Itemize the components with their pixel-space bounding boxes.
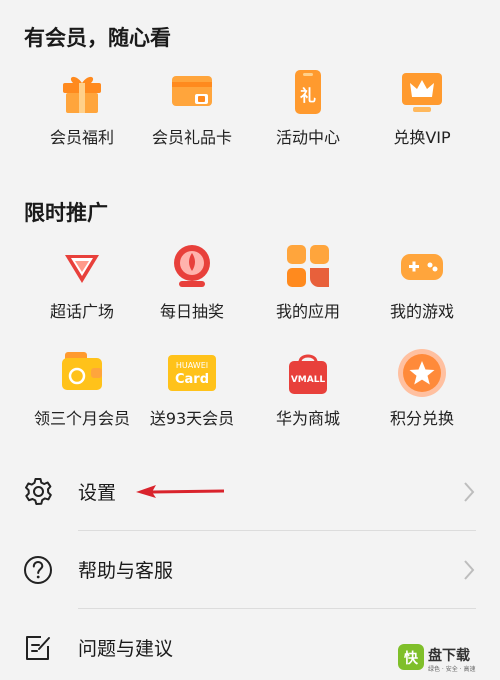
huawei-mall-label: 华为商城 <box>275 409 340 428</box>
member-benefits-label: 会员福利 <box>49 128 114 147</box>
gift-card-icon <box>164 64 220 120</box>
help-service-label: 帮助与客服 <box>78 560 174 582</box>
gear-icon <box>25 478 52 505</box>
vmall-bag-icon: VMALL <box>280 345 336 401</box>
gamepad-icon <box>394 238 450 294</box>
points-exchange-label: 积分兑换 <box>389 409 454 428</box>
svg-text:Card: Card <box>175 372 209 387</box>
activity-phone-icon: 礼 <box>280 64 336 120</box>
redeem-vip-label: 兑换VIP <box>393 128 451 147</box>
svg-text:盘下载: 盘下载 <box>428 647 470 664</box>
my-apps-button[interactable]: 我的应用 <box>248 238 368 322</box>
settings-label: 设置 <box>78 482 117 504</box>
diamond-badge-icon <box>54 238 110 294</box>
member-section-title: 有会员，随心看 <box>24 26 171 50</box>
huawei-mall-button[interactable]: VMALL 华为商城 <box>248 345 368 429</box>
chevron-right-icon <box>464 560 475 580</box>
huawei-card-icon: HUAWEI Card <box>164 345 220 401</box>
help-service-row[interactable]: 帮助与客服 <box>0 532 500 608</box>
my-games-label: 我的游戏 <box>389 302 454 321</box>
crown-screen-icon <box>394 64 450 120</box>
member-benefits-button[interactable]: 会员福利 <box>22 64 142 148</box>
member-gift-card-button[interactable]: 会员礼品卡 <box>132 64 252 148</box>
gift-icon <box>54 64 110 120</box>
three-months-member-button[interactable]: 领三个月会员 <box>22 345 142 429</box>
lottery-icon <box>164 238 220 294</box>
annotation-arrow <box>136 485 225 498</box>
feedback-label: 问题与建议 <box>78 638 174 660</box>
svg-text:礼: 礼 <box>300 86 316 105</box>
wallet-icon <box>54 345 110 401</box>
daily-lottery-button[interactable]: 每日抽奖 <box>132 238 252 322</box>
93-days-member-button[interactable]: HUAWEI Card 送93天会员 <box>132 345 252 429</box>
my-games-button[interactable]: 我的游戏 <box>362 238 482 322</box>
points-exchange-button[interactable]: 积分兑换 <box>362 345 482 429</box>
redeem-vip-button[interactable]: 兑换VIP <box>362 64 482 148</box>
apps-grid-icon <box>280 238 336 294</box>
svg-text:快: 快 <box>404 650 419 667</box>
divider <box>78 530 476 531</box>
svg-text:VMALL: VMALL <box>291 375 326 385</box>
help-icon <box>24 556 52 584</box>
star-coin-icon <box>394 345 450 401</box>
svg-text:绿色 · 安全 · 高速: 绿色 · 安全 · 高速 <box>428 665 475 673</box>
svg-text:HUAWEI: HUAWEI <box>176 361 208 370</box>
three-months-member-label: 领三个月会员 <box>33 409 130 428</box>
my-apps-label: 我的应用 <box>275 302 340 321</box>
feedback-icon <box>26 636 50 660</box>
topic-plaza-button[interactable]: 超话广场 <box>22 238 142 322</box>
topic-plaza-label: 超话广场 <box>49 302 114 321</box>
activity-center-label: 活动中心 <box>275 128 340 147</box>
settings-row[interactable]: 设置 <box>0 454 500 530</box>
activity-center-button[interactable]: 礼 活动中心 <box>248 64 368 148</box>
member-gift-card-label: 会员礼品卡 <box>151 128 232 147</box>
promo-section-title: 限时推广 <box>24 201 108 225</box>
site-watermark: 快 盘下载 绿色 · 安全 · 高速 <box>398 644 475 673</box>
chevron-right-icon <box>464 482 475 502</box>
divider <box>78 608 476 609</box>
daily-lottery-label: 每日抽奖 <box>159 302 224 321</box>
93-days-member-label: 送93天会员 <box>149 409 235 428</box>
